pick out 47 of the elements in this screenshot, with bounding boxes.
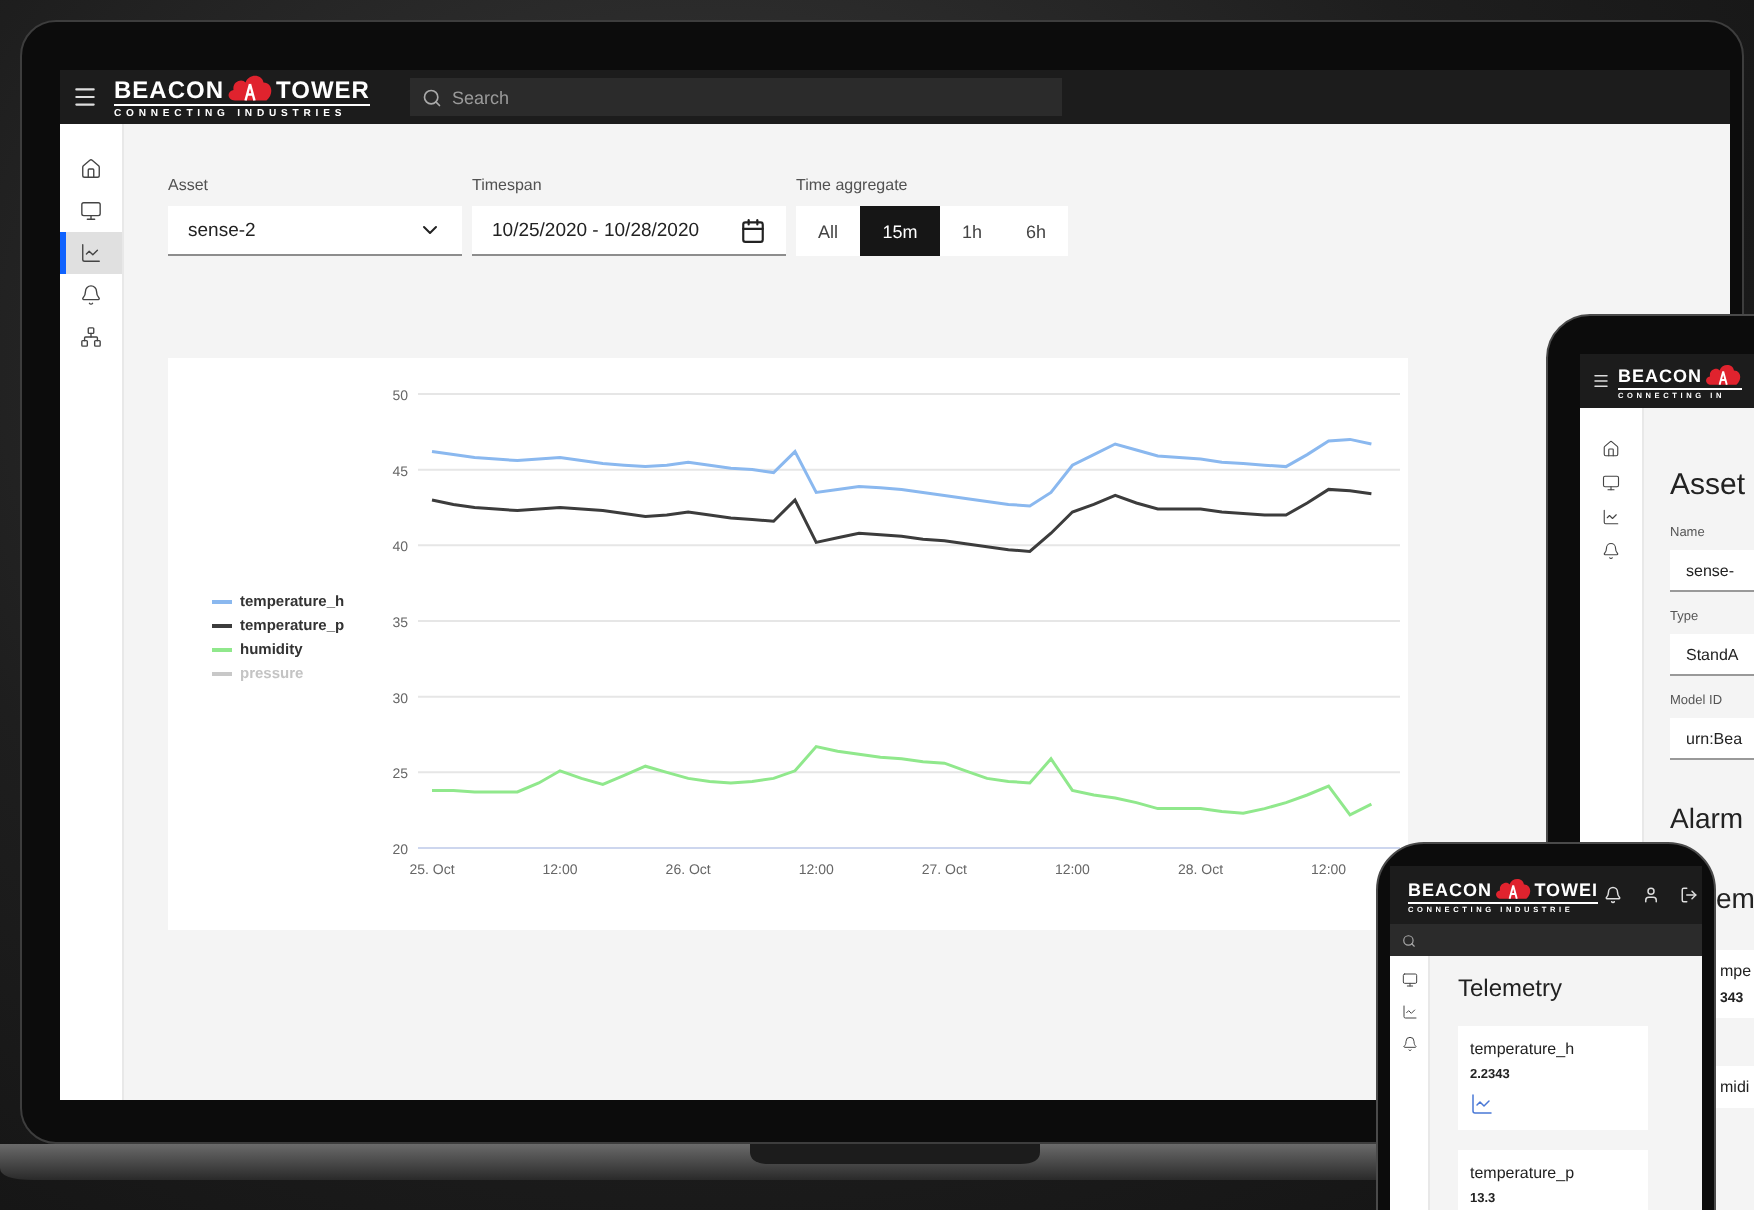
bell-icon: [1401, 1036, 1417, 1052]
line-chart-icon[interactable]: [1470, 1092, 1494, 1116]
logo-wordmark: BEACON: [1618, 367, 1703, 386]
network-icon: [80, 326, 102, 348]
calendar-icon: [740, 217, 766, 243]
text-field[interactable]: urn:Bea: [1670, 718, 1754, 760]
page-heading: Asset: [1670, 468, 1748, 502]
monitor-icon: [80, 200, 102, 222]
user-icon[interactable]: [1642, 886, 1661, 904]
logout-icon[interactable]: [1680, 886, 1699, 904]
section-heading: em: [1716, 882, 1754, 914]
field-label: Asset: [168, 176, 211, 194]
bell-icon: [80, 284, 102, 306]
line-chart-icon: [1602, 508, 1620, 526]
home-icon: [80, 158, 102, 180]
logo-wordmark: BEACON: [114, 78, 225, 103]
text-field[interactable]: sense-: [1670, 550, 1754, 592]
text-field[interactable]: StandA: [1670, 634, 1754, 676]
aggregate-option[interactable]: 15m: [860, 206, 940, 256]
menu-icon[interactable]: [1592, 372, 1610, 390]
menu-icon[interactable]: [72, 84, 98, 110]
bell-icon[interactable]: [1604, 886, 1623, 904]
nav-item[interactable]: [60, 232, 122, 274]
field-label: Timespan: [472, 176, 544, 194]
search-field[interactable]: [1390, 924, 1702, 956]
home-icon: [1602, 440, 1620, 458]
monitor-icon: [1401, 972, 1417, 988]
date-range-field[interactable]: 10/25/2020 - 10/28/2020: [472, 206, 786, 256]
card-label: temperature_h: [1470, 1040, 1577, 1058]
search-field[interactable]: Search: [409, 78, 1062, 116]
logo-wordmark: TOWEI: [1534, 881, 1599, 900]
card-label: midi: [1720, 1078, 1752, 1096]
page-heading: Telemetry: [1458, 974, 1565, 1002]
bell-icon: [1602, 542, 1620, 560]
card-label: temperature_p: [1470, 1164, 1577, 1182]
line-chart-icon: [80, 242, 102, 264]
logo-wordmark: BEACON: [1408, 881, 1493, 900]
asset-select[interactable]: sense-2: [168, 206, 462, 256]
search-icon: [1402, 933, 1416, 947]
monitor-icon: [1602, 474, 1620, 492]
card-label: mpe: [1720, 962, 1754, 980]
logo-wordmark: TOWER: [276, 78, 370, 103]
field-label: Time aggregate: [796, 176, 910, 194]
search-icon: [421, 87, 442, 107]
line-chart-icon: [1401, 1004, 1417, 1020]
section-heading: Alarm: [1670, 802, 1746, 834]
search-placeholder: Search: [451, 87, 509, 107]
